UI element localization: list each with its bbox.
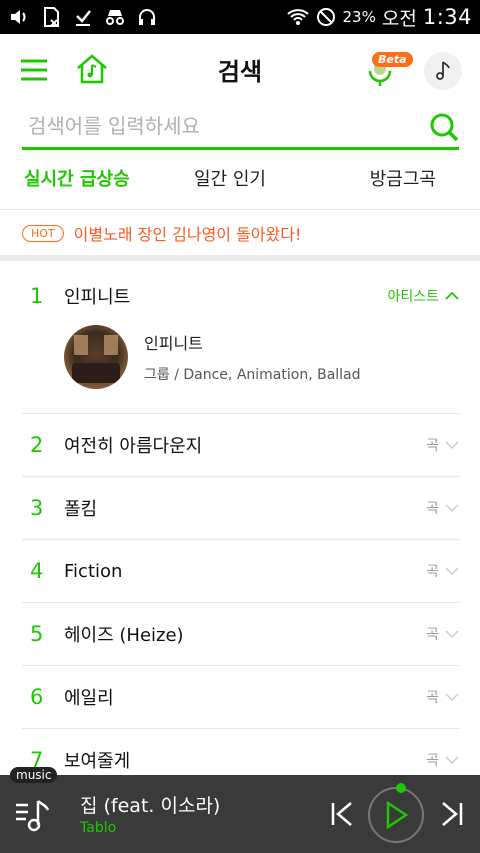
incognito-icon xyxy=(104,7,126,27)
tab-just-that-song[interactable]: 방금그곡 xyxy=(299,158,480,209)
previous-button[interactable] xyxy=(330,801,354,827)
item-title: 보여줄게 xyxy=(64,751,131,772)
app-header: 검색 Beta xyxy=(0,34,480,106)
status-dot xyxy=(396,783,406,793)
voice-search-button[interactable]: Beta xyxy=(358,52,413,88)
rank-number: 1 xyxy=(30,284,44,308)
blocked-icon xyxy=(315,7,337,27)
beta-badge: Beta xyxy=(372,52,413,67)
type-toggle[interactable]: 곡 xyxy=(426,498,459,518)
type-toggle[interactable]: 곡 xyxy=(426,624,459,644)
clock-ampm: 오전 xyxy=(381,7,417,30)
chevron-down-icon xyxy=(445,756,459,765)
search-input[interactable] xyxy=(22,106,412,146)
list-item[interactable]: 4 Fiction 곡 xyxy=(22,540,459,603)
hot-banner[interactable]: HOT 이별노래 장인 김나영이 돌아왔다! xyxy=(0,211,480,261)
mini-player[interactable]: music 집 (feat. 이소라) Tablo xyxy=(0,767,480,853)
track-title: 집 (feat. 이소라) xyxy=(80,795,221,817)
tab-daily[interactable]: 일간 인기 xyxy=(161,158,298,209)
artist-card[interactable]: 인피니트 그룹 / Dance, Animation, Ballad xyxy=(22,325,459,389)
chevron-down-icon xyxy=(445,630,459,639)
rank-number: 2 xyxy=(30,433,44,457)
status-bar: 23% 오전 1:34 xyxy=(0,0,480,34)
item-title: 인피니트 xyxy=(64,287,131,308)
list-item[interactable]: 1 인피니트 아티스트 인피니트 그룹 / Dance, Animation, … xyxy=(22,267,459,414)
chevron-down-icon xyxy=(445,567,459,576)
search-icon[interactable] xyxy=(429,112,459,142)
type-toggle[interactable]: 곡 xyxy=(426,435,459,455)
clock-time: 1:34 xyxy=(422,5,472,29)
list-item[interactable]: 6 에일리 곡 xyxy=(22,666,459,729)
ranking-list: 1 인피니트 아티스트 인피니트 그룹 / Dance, Animation, … xyxy=(22,267,459,792)
item-title: 폴킴 xyxy=(64,499,98,520)
type-label: 곡 xyxy=(426,564,439,580)
artist-meta: 그룹 / Dance, Animation, Ballad xyxy=(144,367,361,383)
battery-percent: 23% xyxy=(342,8,376,26)
rank-number: 4 xyxy=(30,559,44,583)
track-artist: Tablo xyxy=(80,820,117,836)
sim-icon xyxy=(40,7,62,27)
playlist-button[interactable] xyxy=(14,795,54,835)
download-icon xyxy=(72,7,94,27)
volume-icon xyxy=(8,7,30,27)
type-label: 곡 xyxy=(426,627,439,643)
item-title: 여전히 아름다운지 xyxy=(64,436,203,457)
artist-name: 인피니트 xyxy=(144,334,203,353)
headphones-icon xyxy=(136,7,158,27)
type-label: 곡 xyxy=(426,438,439,454)
play-button[interactable] xyxy=(368,787,424,843)
search-bar xyxy=(22,106,459,150)
play-icon xyxy=(386,801,408,829)
playlist-icon xyxy=(16,800,50,832)
skip-forward-icon xyxy=(442,802,463,826)
wifi-icon xyxy=(286,7,309,27)
item-title: Fiction xyxy=(64,560,123,582)
list-item[interactable]: 3 폴킴 곡 xyxy=(22,477,459,540)
type-label: 곡 xyxy=(426,753,439,769)
artist-photo xyxy=(64,325,128,389)
type-label: 곡 xyxy=(426,501,439,517)
item-title: 헤이즈 (Heize) xyxy=(64,625,184,646)
chevron-down-icon xyxy=(445,441,459,450)
list-item[interactable]: 2 여전히 아름다운지 곡 xyxy=(22,414,459,477)
hot-badge: HOT xyxy=(22,224,64,242)
type-toggle[interactable]: 곡 xyxy=(426,561,459,581)
type-toggle[interactable]: 곡 xyxy=(426,687,459,707)
music-badge: music xyxy=(10,767,58,783)
next-button[interactable] xyxy=(440,801,464,827)
skip-back-icon xyxy=(331,802,352,826)
rank-number: 5 xyxy=(30,622,44,646)
chevron-down-icon xyxy=(445,504,459,513)
chart-tabs: 실시간 급상승 일간 인기 방금그곡 xyxy=(0,158,480,210)
type-toggle[interactable]: 곡 xyxy=(426,750,459,770)
chevron-down-icon xyxy=(445,693,459,702)
list-item[interactable]: 5 헤이즈 (Heize) 곡 xyxy=(22,603,459,666)
tab-realtime[interactable]: 실시간 급상승 xyxy=(0,158,161,209)
type-label: 아티스트 xyxy=(387,289,439,305)
item-title: 에일리 xyxy=(64,688,114,709)
type-toggle[interactable]: 아티스트 xyxy=(387,286,459,306)
rank-number: 3 xyxy=(30,496,44,520)
music-note-icon xyxy=(436,61,450,80)
hot-text: 이별노래 장인 김나영이 돌아왔다! xyxy=(73,225,302,244)
rank-number: 6 xyxy=(30,685,44,709)
type-label: 곡 xyxy=(426,690,439,706)
now-playing-button[interactable] xyxy=(424,52,462,90)
chevron-up-icon xyxy=(445,291,459,300)
